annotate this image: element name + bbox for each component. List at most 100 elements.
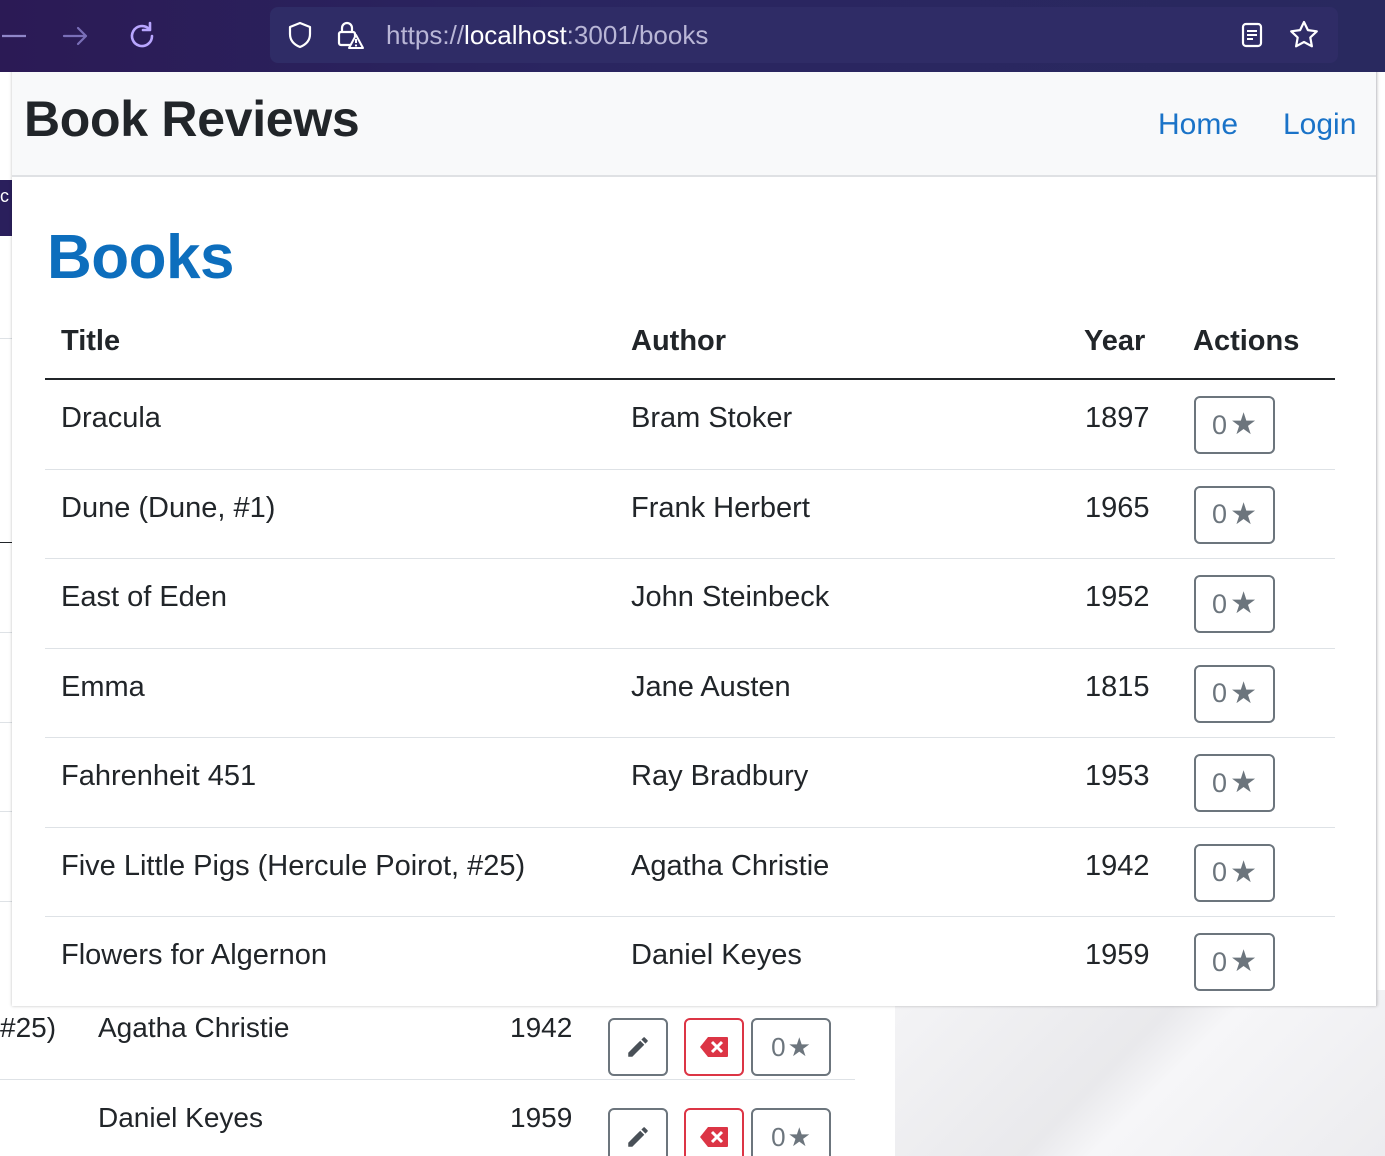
book-title: Dracula [61,402,161,434]
star-icon: ★ [787,1121,811,1152]
header-actions: Actions [1193,325,1300,357]
rating-button[interactable]: 0 ★ [1194,843,1275,902]
book-author: Bram Stoker [631,402,793,434]
pencil-icon [628,1127,648,1147]
back-arrow-icon[interactable] [0,16,28,56]
book-title: Dune (Dune, #1) [61,491,276,524]
star-icon: ★ [1230,408,1257,441]
rating-count: 0 [1212,499,1228,529]
star-icon: ★ [1230,676,1257,710]
url-text[interactable]: https://localhost:3001/books [386,20,708,51]
background-tab-strip: c [0,180,12,236]
background-delete-button[interactable] [684,1108,744,1156]
book-author: John Steinbeck [631,581,830,613]
book-year: 1953 [1085,760,1150,792]
forward-arrow-icon[interactable] [56,16,96,56]
book-year: 1952 [1085,581,1150,613]
rating-count: 0 [1212,857,1228,887]
page-title: Books [47,223,234,292]
book-title: Emma [61,670,145,703]
table-row: Flowers for Algernon Daniel Keyes 1959 0… [45,917,1335,1007]
lock-warning-icon[interactable] [334,19,366,51]
background-divider [0,901,12,902]
background-tab-fragment: c [0,186,9,206]
book-author: Daniel Keyes [631,939,802,971]
delete-icon [700,1127,728,1147]
star-icon: ★ [1230,855,1257,889]
books-table: Title Author Year Actions Dracula Bram S… [45,308,1335,1007]
book-year: 1959 [1085,939,1150,971]
table-row: Fahrenheit 451 Ray Bradbury 1953 0 ★ [45,738,1335,828]
background-edit-button[interactable] [608,1108,668,1156]
rating-button[interactable]: 0 ★ [1194,933,1275,991]
book-year: 1897 [1085,402,1150,434]
brand-title[interactable]: Book Reviews [24,90,360,148]
table-row: Emma Jane Austen 1815 0 ★ [45,649,1335,738]
address-bar[interactable]: https://localhost:3001/books [270,7,1338,63]
nav-home-link[interactable]: Home [1158,108,1238,142]
background-year: 1959 [510,1102,573,1133]
rating-count: 0 [1212,409,1228,440]
pencil-icon [628,1037,648,1057]
rating-count: 0 [771,1121,786,1152]
background-rating-button[interactable]: 0 ★ [751,1018,831,1076]
table-header: Title Author Year Actions [45,308,1335,380]
background-year: 1942 [510,1012,573,1043]
background-title-fragment: #25) [0,1012,57,1043]
background-table-row: Daniel Keyes 1959 0 ★ [0,1080,855,1156]
book-year: 1942 [1085,849,1150,882]
background-desktop [895,990,1385,1156]
background-rating-button[interactable]: 0 ★ [751,1108,831,1156]
background-divider [0,722,12,723]
delete-icon [700,1037,728,1057]
table-row: Dune (Dune, #1) Frank Herbert 1965 0 ★ [45,470,1335,559]
rating-button[interactable]: 0 ★ [1194,396,1275,454]
url-path: :3001/books [566,20,709,50]
rating-button[interactable]: 0 ★ [1194,664,1275,723]
book-title: Five Little Pigs (Hercule Poirot, #25) [61,849,526,882]
rating-button[interactable]: 0 ★ [1194,754,1275,812]
background-delete-button[interactable] [684,1018,744,1076]
star-icon: ★ [1230,766,1257,799]
background-divider [0,542,12,543]
url-host: localhost [464,20,567,50]
rating-button[interactable]: 0 ★ [1194,485,1275,544]
browser-window: https://localhost:3001/books Book Review… [0,0,1385,1007]
url-scheme: https:// [386,20,465,50]
star-icon: ★ [1230,945,1257,978]
book-year: 1965 [1085,491,1150,524]
star-icon: ★ [1230,497,1257,531]
app-navbar: Book Reviews Home Login [12,72,1376,177]
rating-count: 0 [1212,767,1228,798]
rating-count: 0 [1212,946,1228,977]
background-divider [0,338,12,339]
browser-toolbar: https://localhost:3001/books [0,0,1385,72]
background-divider [0,811,12,812]
reader-view-icon[interactable] [1236,19,1268,51]
book-author: Jane Austen [631,670,791,703]
nav-login-link[interactable]: Login [1283,108,1356,142]
book-year: 1815 [1085,670,1150,703]
book-author: Ray Bradbury [631,760,809,792]
table-row: Five Little Pigs (Hercule Poirot, #25) A… [45,828,1335,917]
book-title: East of Eden [61,581,228,613]
book-author: Frank Herbert [631,491,810,524]
background-edit-button[interactable] [608,1018,668,1076]
book-title: Flowers for Algernon [61,939,327,971]
table-row: East of Eden John Steinbeck 1952 0 ★ [45,559,1335,649]
header-author: Author [631,325,727,357]
rating-button[interactable]: 0 ★ [1194,575,1275,633]
star-icon: ★ [787,1031,811,1062]
table-row: Dracula Bram Stoker 1897 0 ★ [45,380,1335,470]
header-title: Title [61,325,121,357]
reload-icon[interactable] [122,16,162,56]
book-author: Agatha Christie [631,849,830,882]
shield-icon[interactable] [284,19,316,51]
bookmark-star-icon[interactable] [1288,19,1320,51]
rating-count: 0 [771,1031,786,1062]
rating-count: 0 [1212,678,1228,708]
background-author: Agatha Christie [98,1012,290,1043]
background-author: Daniel Keyes [98,1102,263,1133]
rating-count: 0 [1212,588,1228,619]
book-title: Fahrenheit 451 [61,760,257,792]
